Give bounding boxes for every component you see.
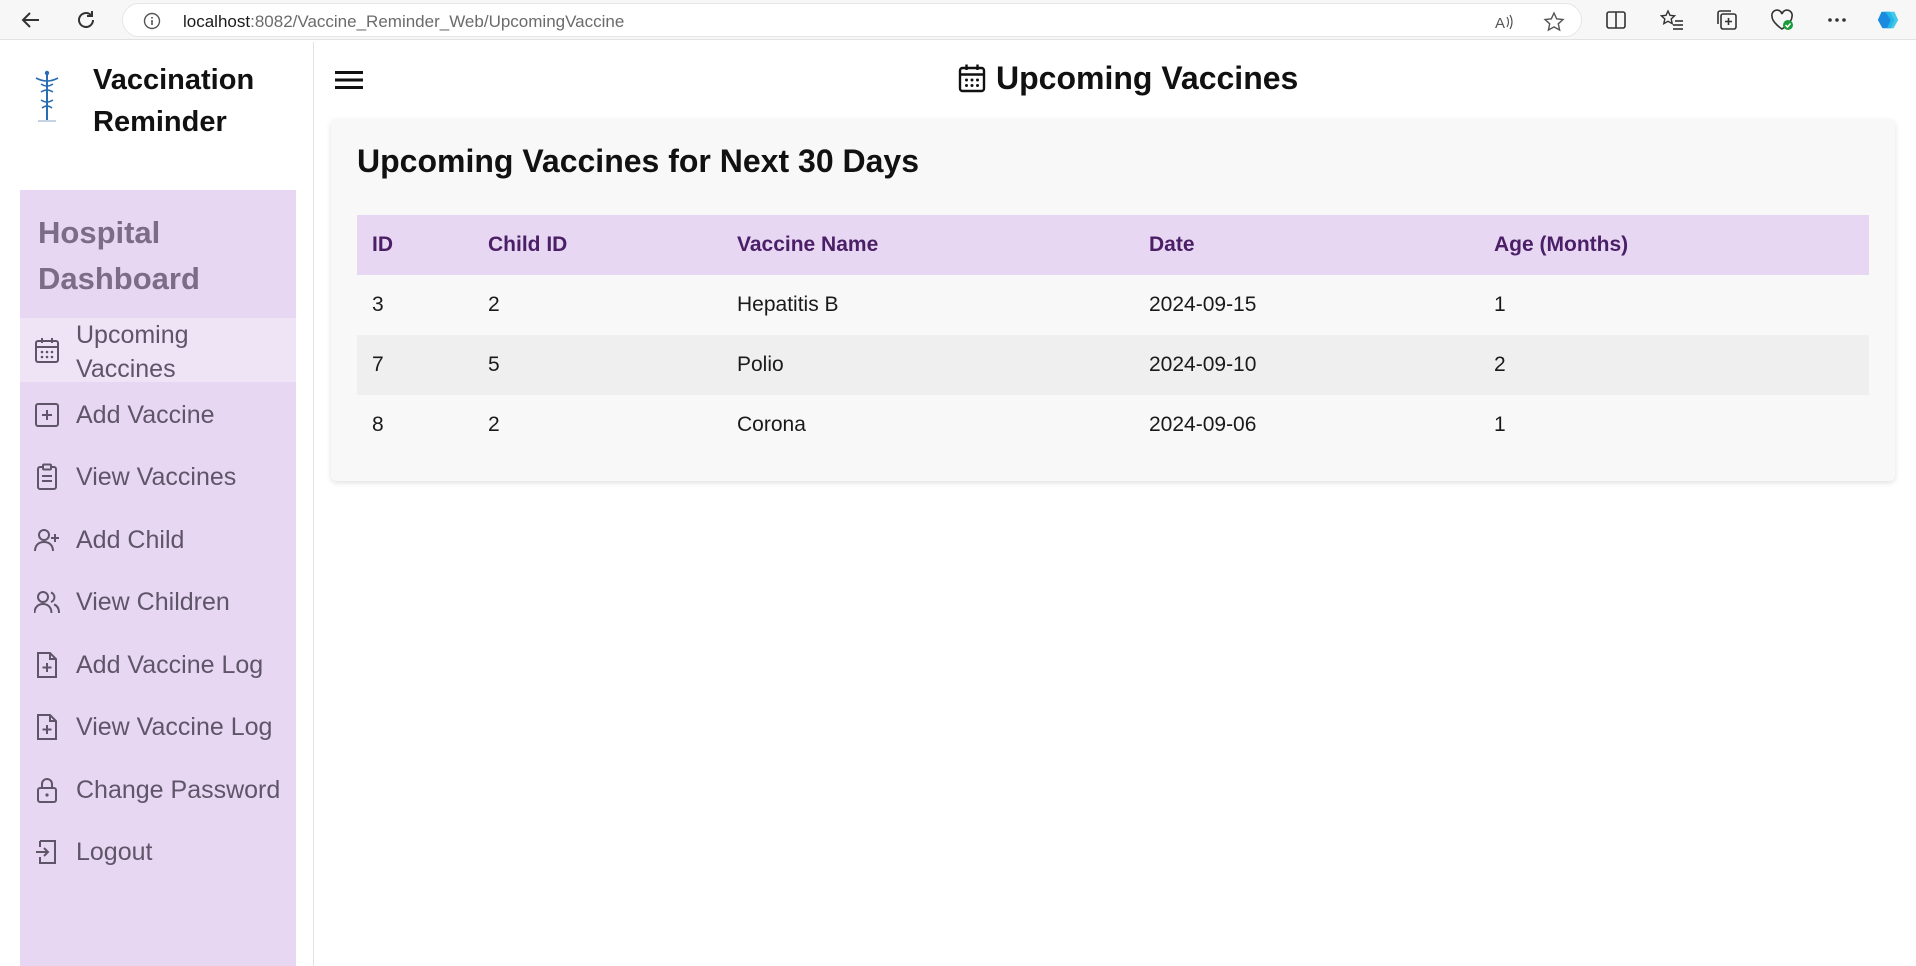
split-screen-icon — [1606, 11, 1626, 29]
page: Vaccination Reminder Hospital Dashboard … — [0, 42, 1916, 966]
page-header: Upcoming Vaccines — [958, 58, 1298, 98]
column-header-date: Date — [1134, 215, 1479, 275]
more-dots-icon — [1828, 18, 1846, 22]
cell-age-months: 1 — [1479, 275, 1869, 335]
sidebar: Hospital Dashboard Upcoming Vaccines Add… — [20, 190, 296, 966]
sidebar-item-label: View Children — [76, 588, 230, 616]
browser-essentials-button[interactable] — [1770, 8, 1794, 32]
sidebar-item-label: Add Child — [76, 526, 185, 554]
calendar-icon — [35, 338, 59, 363]
cell-id: 8 — [357, 395, 473, 455]
sidebar-item-label: Logout — [76, 838, 153, 866]
sidebar-item-label: Add Vaccine Log — [76, 651, 264, 679]
collections-icon — [1717, 10, 1737, 30]
favorites-button[interactable] — [1660, 8, 1684, 32]
cell-date: 2024-09-06 — [1134, 395, 1479, 455]
caduceus-logo-icon — [35, 70, 59, 122]
sidebar-column: Vaccination Reminder Hospital Dashboard … — [0, 42, 314, 966]
clipboard-icon — [37, 463, 57, 490]
address-bar[interactable]: localhost:8082/Vaccine_Reminder_Web/Upco… — [122, 3, 1582, 37]
brand-name: Vaccination Reminder — [93, 64, 255, 138]
back-button[interactable] — [17, 6, 45, 34]
cell-vaccine-name: Polio — [722, 335, 1134, 395]
page-title: Upcoming Vaccines — [996, 59, 1299, 96]
cell-child-id: 5 — [473, 335, 722, 395]
cell-child-id: 2 — [473, 275, 722, 335]
sidebar-item-add-child[interactable]: Add Child — [20, 515, 296, 565]
sidebar-item-label: Change Password — [76, 776, 281, 804]
url-path: :8082/Vaccine_Reminder_Web/UpcomingVacci… — [250, 12, 625, 31]
cell-age-months: 2 — [1479, 335, 1869, 395]
table-row: 3 2 Hepatitis B 2024-09-15 1 — [357, 275, 1869, 335]
sidebar-item-label: Add Vaccine — [76, 401, 215, 429]
calendar-icon — [958, 64, 986, 93]
sidebar-item-add-vaccine[interactable]: Add Vaccine — [20, 390, 296, 440]
copilot-button[interactable] — [1876, 8, 1900, 32]
sidebar-item-change-password[interactable]: Change Password — [20, 765, 296, 815]
browser-toolbar: localhost:8082/Vaccine_Reminder_Web/Upco… — [0, 0, 1916, 40]
plus-square-icon — [35, 403, 59, 427]
column-header-child-id: Child ID — [473, 215, 722, 275]
url-host: localhost — [183, 12, 251, 31]
cell-age-months: 1 — [1479, 395, 1869, 455]
cell-vaccine-name: Hepatitis B — [722, 275, 1134, 335]
cell-vaccine-name: Corona — [722, 395, 1134, 455]
upcoming-vaccines-table: ID Child ID Vaccine Name Date Age (Month… — [357, 215, 1869, 455]
url-text[interactable]: localhost:8082/Vaccine_Reminder_Web/Upco… — [183, 12, 624, 32]
file-plus-icon — [37, 714, 57, 740]
sidebar-item-view-children[interactable]: View Children — [20, 577, 296, 627]
sidebar-item-label: View Vaccine Log — [76, 713, 273, 741]
lock-icon — [37, 778, 57, 803]
more-menu-button[interactable] — [1825, 8, 1849, 32]
info-icon[interactable] — [143, 12, 161, 30]
sidebar-item-add-vaccine-log[interactable]: Add Vaccine Log — [20, 640, 296, 690]
copilot-icon — [1877, 11, 1899, 29]
sidebar-item-upcoming-vaccines[interactable]: Upcoming Vaccines — [20, 318, 296, 383]
cell-date: 2024-09-15 — [1134, 275, 1479, 335]
back-arrow-icon — [21, 12, 39, 28]
favorite-star-icon[interactable] — [1543, 11, 1565, 33]
card-title: Upcoming Vaccines for Next 30 Days — [357, 143, 919, 179]
table-row: 7 5 Polio 2024-09-10 2 — [357, 335, 1869, 395]
cell-date: 2024-09-10 — [1134, 335, 1479, 395]
file-plus-icon — [37, 652, 57, 678]
cell-id: 7 — [357, 335, 473, 395]
table-header-row: ID Child ID Vaccine Name Date Age (Month… — [357, 215, 1869, 275]
user-plus-icon — [34, 529, 59, 552]
sidebar-item-label: Upcoming Vaccines — [76, 321, 189, 383]
hamburger-menu-icon[interactable] — [334, 68, 364, 92]
heart-pulse-icon — [1771, 9, 1793, 30]
sidebar-item-logout[interactable]: Logout — [20, 827, 296, 877]
sidebar-item-view-vaccine-log[interactable]: View Vaccine Log — [20, 702, 296, 752]
column-header-age-months: Age (Months) — [1479, 215, 1869, 275]
column-header-id: ID — [357, 215, 473, 275]
cell-child-id: 2 — [473, 395, 722, 455]
svg-text:A: A — [1495, 15, 1505, 32]
collections-button[interactable] — [1715, 8, 1739, 32]
split-screen-button[interactable] — [1604, 8, 1628, 32]
favorites-list-icon — [1660, 9, 1683, 30]
column-header-vaccine-name: Vaccine Name — [722, 215, 1134, 275]
refresh-button[interactable] — [72, 6, 100, 34]
logout-icon — [36, 840, 56, 864]
read-aloud-icon[interactable]: A — [1493, 11, 1515, 33]
sidebar-heading: Hospital Dashboard — [38, 215, 200, 296]
sidebar-item-view-vaccines[interactable]: View Vaccines — [20, 452, 296, 502]
refresh-icon — [78, 11, 94, 28]
users-icon — [34, 591, 60, 614]
upcoming-vaccines-card: Upcoming Vaccines for Next 30 Days ID Ch… — [331, 119, 1895, 481]
table-row: 8 2 Corona 2024-09-06 1 — [357, 395, 1869, 455]
sidebar-item-label: View Vaccines — [76, 463, 237, 491]
cell-id: 3 — [357, 275, 473, 335]
